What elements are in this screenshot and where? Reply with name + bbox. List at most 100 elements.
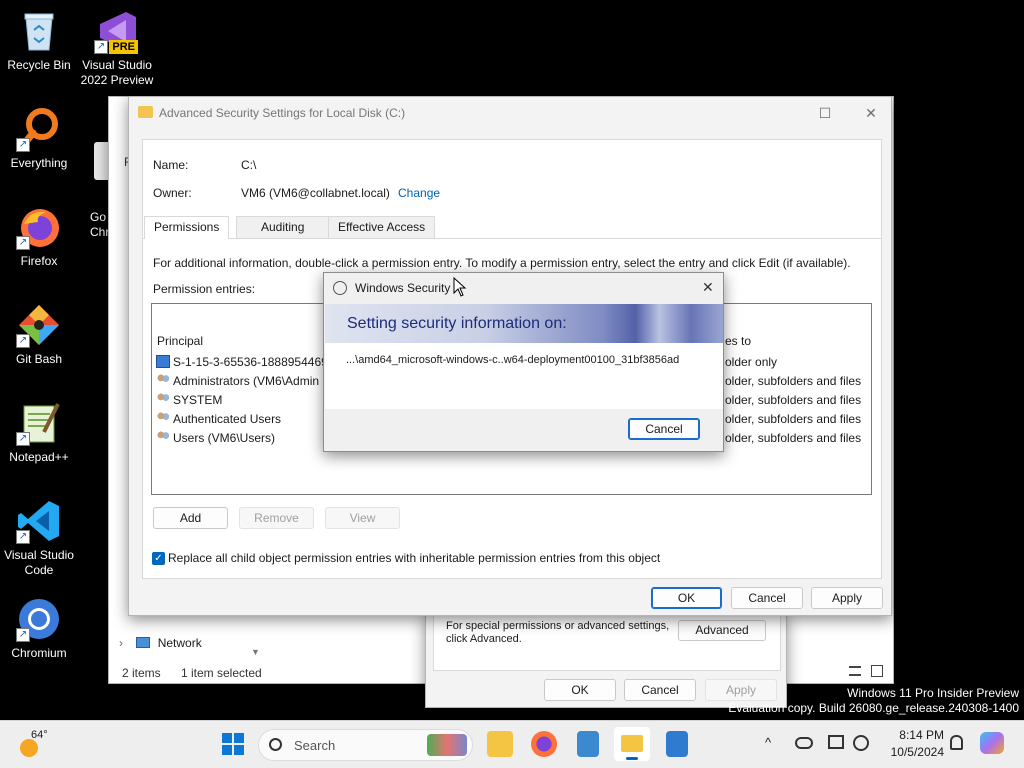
desktop-icon-firefox[interactable]: ↗ Firefox: [0, 204, 78, 269]
permission-row[interactable]: Authenticated Users: [156, 410, 281, 428]
tray-chevron-up-icon[interactable]: ^: [765, 735, 771, 750]
apply-button[interactable]: Apply: [811, 587, 883, 609]
recycle-bin-icon: [16, 8, 62, 54]
security-info-area: ...\amd64_microsoft-windows-c..w64-deplo…: [325, 343, 723, 409]
desktop-icon-vscode[interactable]: ↗ Visual Studio Code: [0, 498, 78, 578]
notepad-plus-plus-icon: ↗: [16, 400, 62, 446]
column-header-principal[interactable]: Principal: [157, 334, 203, 348]
replace-child-label[interactable]: Replace all child object permission entr…: [168, 551, 660, 565]
details-view-icon[interactable]: [849, 666, 861, 676]
file-explorer-active-taskbar-icon[interactable]: [614, 727, 650, 761]
advanced-button[interactable]: Advanced: [678, 620, 766, 641]
tray-connections-icon[interactable]: [853, 735, 869, 751]
shortcut-arrow-icon: ↗: [16, 138, 30, 152]
props-ok-button[interactable]: OK: [544, 679, 616, 701]
desktop-icon-label: Recycle Bin: [7, 58, 71, 72]
desktop-icon-chromium[interactable]: ↗ Chromium: [0, 596, 78, 661]
shortcut-arrow-icon: ↗: [16, 236, 30, 250]
users-group-icon: [156, 374, 170, 387]
permission-row[interactable]: Users (VM6\Users): [156, 429, 275, 447]
clock-date[interactable]: 10/5/2024: [884, 745, 944, 759]
tab-auditing[interactable]: Auditing: [236, 216, 330, 238]
tray-cloud-icon[interactable]: [795, 737, 813, 749]
close-button[interactable]: ✕: [856, 103, 886, 123]
applies-to-cell: older, subfolders and files: [725, 393, 862, 407]
desktop-icon-everything[interactable]: ↗ Everything: [0, 106, 78, 171]
desktop-icon-notepad-plus-plus[interactable]: ↗ Notepad++: [0, 400, 78, 465]
chevron-right-icon[interactable]: ›: [119, 636, 123, 650]
everything-search-icon: ↗: [16, 106, 62, 152]
change-owner-link[interactable]: Change: [398, 186, 440, 200]
principal-name: S-1-15-3-65536-1888954469-: [173, 355, 332, 369]
security-cancel-button[interactable]: Cancel: [628, 418, 700, 440]
folder-icon: [621, 735, 643, 752]
tab-permissions[interactable]: Permissions: [144, 216, 230, 239]
weather-temp: 64°: [31, 729, 48, 741]
shortcut-arrow-icon: ↗: [16, 334, 30, 348]
principal-name: Authenticated Users: [173, 412, 282, 426]
desktop-icon-recycle-bin[interactable]: Recycle Bin: [0, 8, 78, 73]
clock-time[interactable]: 8:14 PM: [884, 728, 944, 742]
start-button[interactable]: [220, 731, 246, 757]
firefox-taskbar-icon[interactable]: [531, 731, 557, 757]
ok-button[interactable]: OK: [651, 587, 722, 609]
search-highlight-icon: [427, 734, 467, 756]
props-cancel-button[interactable]: Cancel: [624, 679, 696, 701]
shortcut-arrow-icon: ↗: [16, 628, 30, 642]
desktop-icon-label: Firefox: [20, 254, 58, 268]
copilot-icon[interactable]: [980, 732, 1004, 754]
visual-studio-icon: PRE ↗: [94, 8, 140, 54]
taskbar-search-box[interactable]: Search: [258, 729, 473, 761]
desktop-icon-label: Visual Studio Code: [4, 548, 74, 577]
title-bar[interactable]: Advanced Security Settings for Local Dis…: [129, 97, 891, 129]
tab-effective-access[interactable]: Effective Access: [328, 216, 436, 238]
applies-to-cell: older, subfolders and files: [725, 431, 862, 445]
file-explorer-taskbar-icon[interactable]: [487, 731, 513, 757]
desktop-icon-label: Visual Studio 2022 Preview: [80, 58, 154, 87]
column-header-applies-to[interactable]: es to: [725, 334, 751, 348]
cancel-button[interactable]: Cancel: [731, 587, 803, 609]
desktop-icon-partial[interactable]: Go Chr: [88, 112, 114, 239]
add-button[interactable]: Add: [153, 507, 228, 529]
close-icon[interactable]: ✕: [702, 279, 714, 296]
notification-bell-icon[interactable]: [950, 735, 963, 750]
permission-row[interactable]: S-1-15-3-65536-1888954469-: [156, 353, 332, 371]
desktop-icon-label: Git Bash: [15, 352, 63, 366]
applies-to-cell: older, subfolders and files: [725, 412, 862, 426]
view-button[interactable]: View: [325, 507, 400, 529]
watermark-build: Evaluation copy. Build 26080.ge_release.…: [728, 701, 1019, 715]
network-config-taskbar-icon[interactable]: [666, 731, 688, 757]
properties-dialog: For special permissions or advanced sett…: [425, 612, 787, 708]
shortcut-arrow-icon: ↗: [16, 432, 30, 446]
principal-name: SYSTEM: [173, 393, 223, 407]
app-package-icon: [156, 355, 170, 368]
tab-strip-line: [143, 238, 881, 239]
watermark-edition: Windows 11 Pro Insider Preview: [847, 686, 1019, 700]
principal-name: Administrators (VM6\Admin: [173, 374, 320, 388]
desktop-icon-label: Go Chr: [90, 210, 110, 239]
nav-item-network[interactable]: › Network: [119, 633, 259, 653]
git-bash-icon: ↗: [16, 302, 62, 348]
network-icon: [136, 637, 151, 648]
props-apply-button[interactable]: Apply: [705, 679, 777, 701]
desktop-icon-visual-studio-2022[interactable]: PRE ↗ Visual Studio 2022 Preview: [78, 8, 156, 88]
notepad-taskbar-icon[interactable]: [577, 731, 599, 757]
tiles-view-icon[interactable]: [871, 665, 883, 677]
replace-child-checkbox[interactable]: ✓: [152, 552, 165, 565]
remove-button[interactable]: Remove: [239, 507, 314, 529]
tray-display-icon[interactable]: [828, 735, 844, 749]
permission-row[interactable]: SYSTEM: [156, 391, 222, 409]
shortcut-arrow-icon: ↗: [94, 40, 108, 54]
weather-widget[interactable]: 64°: [18, 729, 58, 761]
search-icon: [269, 738, 282, 751]
shortcut-arrow-icon: ↗: [16, 530, 30, 544]
scroll-down-icon[interactable]: ▼: [251, 647, 260, 657]
maximize-button[interactable]: ☐: [810, 103, 840, 123]
permission-row[interactable]: Administrators (VM6\Admin: [156, 372, 319, 390]
preview-badge: PRE: [109, 40, 138, 54]
dialog-title-bar[interactable]: Windows Security ✕: [324, 273, 723, 304]
chromium-icon: ↗: [16, 596, 62, 642]
desktop-icon-git-bash[interactable]: ↗ Git Bash: [0, 302, 78, 367]
info-text: For additional information, double-click…: [153, 256, 851, 270]
users-group-icon: [156, 412, 170, 425]
